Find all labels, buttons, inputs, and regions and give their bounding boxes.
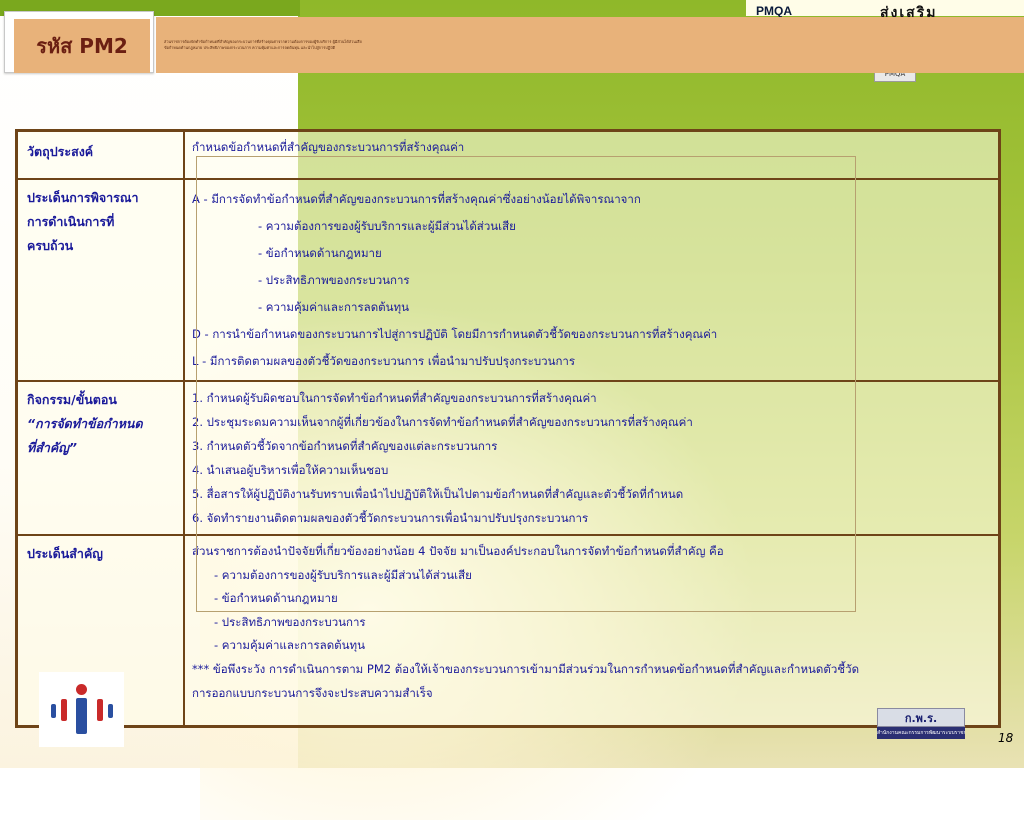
row-label: ประเด็นการพิจารณา การดำเนินการที่ ครบถ้ว… bbox=[27, 190, 139, 253]
opdc-badge: ก.พ.ร. สำนักงานคณะกรรมการพัฒนาระบบราชการ bbox=[877, 708, 965, 739]
row-label: วัตถุประสงค์ bbox=[27, 144, 94, 159]
badge-title: ก.พ.ร. bbox=[877, 708, 965, 727]
row-label: ประเด็นสำคัญ bbox=[27, 546, 103, 561]
background-frame bbox=[196, 156, 856, 612]
pmqa-swoosh-icon: ส่งเสริม bbox=[880, 5, 938, 21]
header-desc-line2: ข้อกำหนดด้านกฎหมาย ประสิทธิภาพของกระบวนก… bbox=[164, 45, 336, 50]
content-line: - ประสิทธิภาพของกระบวนการ bbox=[214, 614, 366, 629]
content-line: การออกแบบกระบวนการจึงจะประสบความสำเร็จ bbox=[192, 685, 433, 700]
page-number: 18 bbox=[998, 731, 1014, 745]
row-label: กิจกรรม/ขั้นตอน “การจัดทำข้อกำหนด ที่สำค… bbox=[27, 392, 143, 455]
content-line: - ความคุ้มค่าและการลดต้นทุน bbox=[214, 638, 365, 653]
code-label-inner: รหัส PM2 bbox=[14, 19, 150, 73]
code-label-box: รหัส PM2 bbox=[4, 11, 154, 73]
organization-logo-icon bbox=[39, 672, 124, 747]
content-line: *** ข้อพึงระวัง การดำเนินการตาม PM2 ต้อง… bbox=[192, 661, 860, 676]
pmqa-logo-text: PMQA bbox=[756, 4, 792, 18]
badge-subtitle: สำนักงานคณะกรรมการพัฒนาระบบราชการ bbox=[877, 727, 965, 739]
page-title: รหัส PM2 bbox=[36, 34, 128, 58]
